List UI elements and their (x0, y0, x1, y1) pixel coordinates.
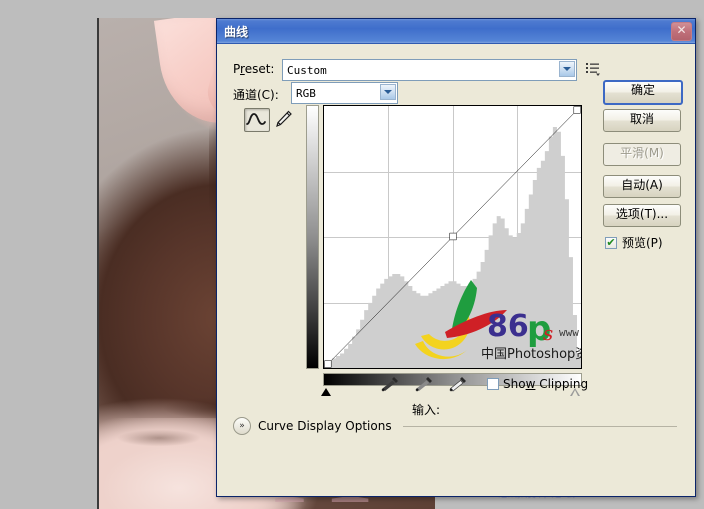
curve-tool-icon[interactable] (244, 108, 270, 132)
dialog-title: 曲线 (224, 24, 249, 39)
ok-button[interactable]: 确定 (603, 80, 683, 105)
gray-point-eyedropper[interactable] (414, 375, 434, 393)
smooth-button: 平滑(M) (603, 143, 681, 166)
white-point-eyedropper[interactable] (448, 375, 468, 393)
eyedropper-group (380, 375, 468, 393)
preset-row: Preset: Custom (233, 58, 679, 81)
preview-checkbox[interactable]: ✔ (605, 236, 617, 249)
options-button[interactable]: 选项(T)... (603, 204, 681, 227)
black-point-eyedropper[interactable] (380, 375, 400, 393)
dialog-body: Preset: Custom 通道(C): RGB 输入: 86 p s www… (217, 44, 695, 496)
preview-label: 预览(P) (622, 236, 663, 250)
curves-dialog: 曲线 ✕ Preset: Custom 通道(C): RGB 输入: 86 p … (216, 18, 696, 497)
preset-value: Custom (287, 63, 327, 77)
preview-row[interactable]: ✔ 预览(P) (605, 234, 663, 251)
auto-button[interactable]: 自动(A) (603, 175, 681, 198)
chevron-double-down-icon[interactable]: » (233, 417, 251, 435)
channel-select[interactable]: RGB (291, 82, 398, 104)
preset-menu-icon[interactable] (585, 61, 601, 76)
dialog-titlebar[interactable]: 曲线 ✕ (217, 19, 695, 44)
section-divider (402, 425, 677, 427)
curve-plot-area[interactable]: 86 p s www.86ps.com 中国Photoshop资源网 (323, 105, 582, 369)
channel-value: RGB (296, 86, 316, 100)
chevron-down-icon[interactable] (559, 61, 575, 77)
curve-display-options-label: Curve Display Options (258, 419, 392, 433)
channel-label: 通道(C): (233, 88, 279, 102)
check-icon: ✔ (606, 236, 616, 249)
close-icon[interactable]: ✕ (671, 21, 692, 41)
chevron-down-icon[interactable] (380, 84, 396, 100)
show-clipping-label: Show Clipping (503, 377, 589, 391)
preset-select[interactable]: Custom (282, 59, 577, 81)
show-clipping-row[interactable]: Show Clipping (487, 377, 588, 391)
preset-label: Preset: (233, 62, 275, 76)
curve-display-options-row[interactable]: » Curve Display Options (233, 416, 677, 436)
output-gradient-strip (306, 105, 319, 369)
show-clipping-checkbox[interactable] (487, 378, 499, 390)
tone-curve[interactable] (324, 106, 581, 368)
black-point-slider[interactable] (321, 388, 331, 396)
pencil-tool-icon[interactable] (272, 108, 294, 130)
cancel-button[interactable]: 取消 (603, 109, 681, 132)
